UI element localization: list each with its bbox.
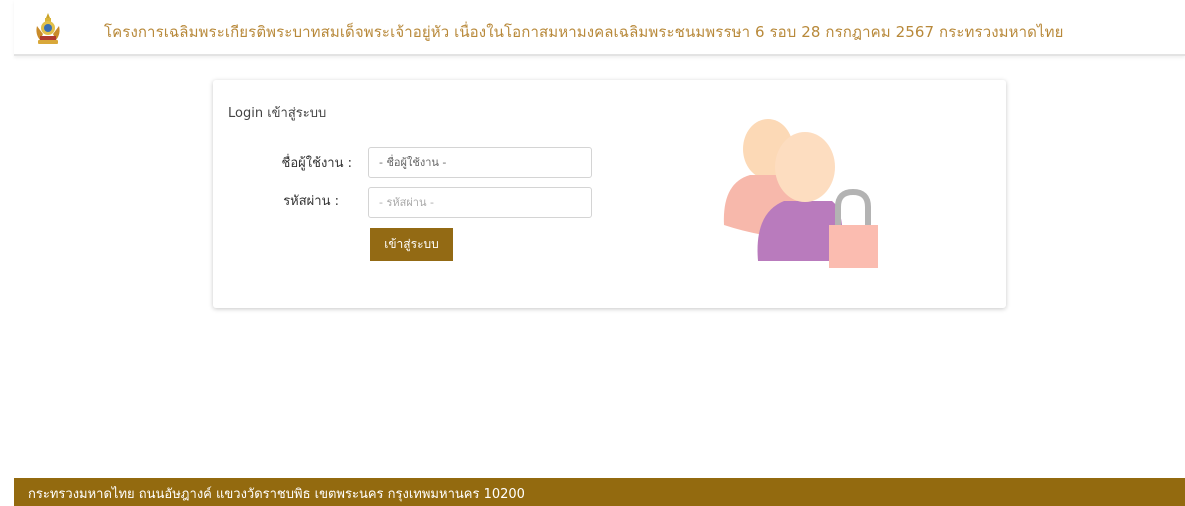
header-title: โครงการเฉลิมพระเกียรติพระบาทสมเด็จพระเจ้…	[104, 23, 1064, 41]
password-input[interactable]	[368, 187, 592, 218]
site-header: โครงการเฉลิมพระเกียรติพระบาทสมเด็จพระเจ้…	[14, 0, 1185, 56]
password-label: รหัสผ่าน :	[283, 194, 339, 209]
users-lock-icon	[718, 115, 888, 275]
footer-address: กระทรวงมหาดไทย ถนนอัษฎางค์ แขวงวัดราชบพิ…	[28, 487, 525, 502]
login-card: Login เข้าสู่ระบบ ชื่อผู้ใช้งาน : รหัสผ่…	[213, 80, 1006, 308]
username-input[interactable]	[368, 147, 592, 178]
page: โครงการเฉลิมพระเกียรติพระบาทสมเด็จพระเจ้…	[0, 0, 1185, 506]
site-footer: กระทรวงมหาดไทย ถนนอัษฎางค์ แขวงวัดราชบพิ…	[14, 478, 1185, 506]
royal-emblem-icon	[34, 12, 62, 46]
username-label: ชื่อผู้ใช้งาน :	[281, 156, 352, 171]
login-title: Login เข้าสู่ระบบ	[228, 106, 327, 121]
login-button[interactable]: เข้าสู่ระบบ	[370, 228, 453, 261]
